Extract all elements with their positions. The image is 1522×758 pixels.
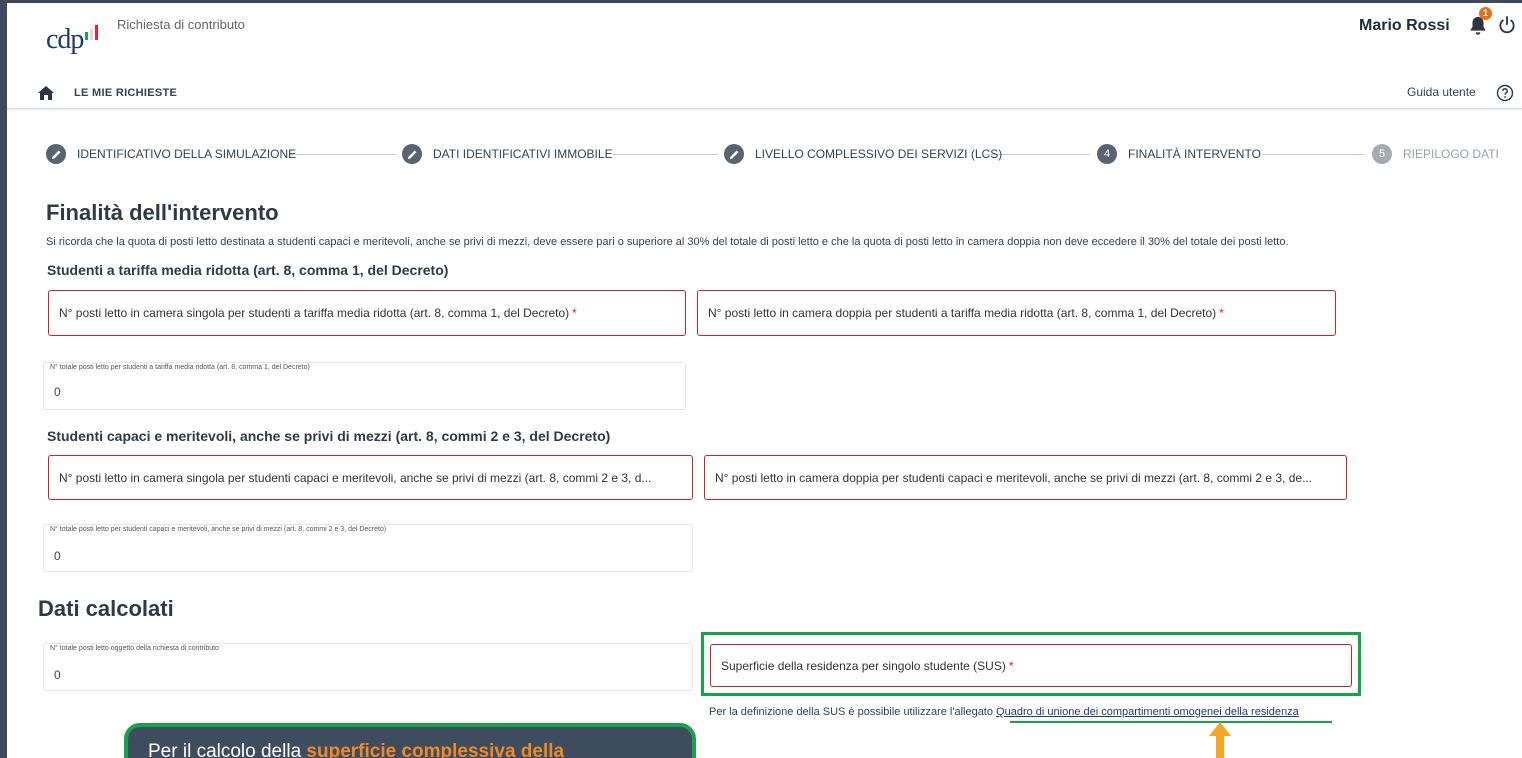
field-label: N° totale posti letto per studenti a tar… bbox=[48, 364, 312, 371]
total-reduced-fee-field: N° totale posti letto per studenti a tar… bbox=[43, 362, 686, 410]
nav-my-requests[interactable]: LE MIE RICHIESTE bbox=[74, 87, 177, 99]
tooltip-text-prefix: Per il calcolo della bbox=[148, 741, 307, 758]
step-label: LIVELLO COMPLESSIVO DEI SERVIZI (LCS) bbox=[755, 147, 1003, 161]
highlight-underline bbox=[1010, 721, 1332, 723]
required-mark: * bbox=[572, 306, 577, 320]
section-title-capaci-meritevoli: Studenti capaci e meritevoli, anche se p… bbox=[47, 428, 611, 444]
cdp-logo[interactable]: cdp bbox=[46, 24, 99, 54]
section-title-tariffa-ridotta: Studenti a tariffa media ridotta (art. 8… bbox=[47, 262, 449, 278]
sus-note: Per la definizione della SUS è possibile… bbox=[709, 706, 1299, 718]
total-deserving-field: N° totale posti letto per studenti capac… bbox=[43, 524, 693, 572]
arrow-up-icon bbox=[1209, 722, 1231, 758]
total-beds-field: N° totale posti letto oggetto della rich… bbox=[43, 643, 693, 691]
double-room-deserving-input[interactable]: N° posti letto in camera doppia per stud… bbox=[704, 455, 1347, 500]
step-finalita-intervento[interactable]: 4 FINALITÀ INTERVENTO bbox=[1097, 144, 1261, 164]
page-title: Finalità dell'intervento bbox=[46, 200, 279, 225]
field-value: 0 bbox=[54, 549, 61, 563]
sus-attachment-link[interactable]: Quadro di unione dei compartimenti omoge… bbox=[996, 706, 1299, 718]
field-placeholder: N° posti letto in camera doppia per stud… bbox=[708, 306, 1217, 320]
stepper-connector bbox=[613, 154, 718, 155]
logo-text: cdp bbox=[46, 24, 84, 55]
step-number: 4 bbox=[1097, 144, 1117, 164]
step-label: FINALITÀ INTERVENTO bbox=[1128, 147, 1261, 161]
guide-tooltip: Per il calcolo della superficie compless… bbox=[124, 723, 696, 758]
double-room-reduced-fee-input[interactable]: N° posti letto in camera doppia per stud… bbox=[697, 290, 1336, 336]
step-dati-immobile[interactable]: DATI IDENTIFICATIVI IMMOBILE bbox=[402, 144, 613, 164]
step-label: IDENTIFICATIVO DELLA SIMULAZIONE bbox=[77, 147, 297, 161]
italian-flag-icon bbox=[85, 24, 99, 40]
step-label: DATI IDENTIFICATIVI IMMOBILE bbox=[433, 147, 613, 161]
stepper-connector bbox=[1262, 154, 1365, 155]
help-icon[interactable] bbox=[1496, 84, 1514, 102]
tooltip-text: Per il calcolo della superficie compless… bbox=[148, 741, 564, 758]
notification-badge: 1 bbox=[1479, 7, 1492, 20]
computed-data-title: Dati calcolati bbox=[38, 596, 174, 621]
field-label: N° totale posti letto oggetto della rich… bbox=[48, 645, 221, 652]
single-room-reduced-fee-input[interactable]: N° posti letto in camera singola per stu… bbox=[48, 290, 686, 336]
sus-input[interactable]: Superficie della residenza per singolo s… bbox=[710, 644, 1352, 687]
edit-icon bbox=[402, 144, 422, 164]
field-placeholder: N° posti letto in camera doppia per stud… bbox=[715, 470, 1313, 485]
user-guide-link[interactable]: Guida utente bbox=[1407, 85, 1476, 99]
required-mark: * bbox=[1219, 306, 1224, 320]
left-frame bbox=[0, 0, 7, 758]
user-name[interactable]: Mario Rossi bbox=[1359, 17, 1450, 35]
field-value: 0 bbox=[54, 668, 61, 682]
field-placeholder: N° posti letto in camera singola per stu… bbox=[59, 470, 652, 485]
step-label: RIEPILOGO DATI bbox=[1403, 147, 1499, 161]
intro-text: Si ricorda che la quota di posti letto d… bbox=[46, 236, 1289, 248]
edit-icon bbox=[46, 144, 66, 164]
step-identificativo-simulazione[interactable]: IDENTIFICATIVO DELLA SIMULAZIONE bbox=[46, 144, 296, 164]
field-value: 0 bbox=[54, 385, 61, 399]
tooltip-highlight: superficie complessiva della bbox=[306, 741, 565, 758]
home-icon[interactable] bbox=[38, 86, 54, 100]
step-riepilogo-dati: 5 RIEPILOGO DATI bbox=[1372, 144, 1499, 164]
edit-icon bbox=[724, 144, 744, 164]
single-room-deserving-input[interactable]: N° posti letto in camera singola per stu… bbox=[48, 455, 693, 500]
header-divider bbox=[7, 108, 1522, 111]
app-title: Richiesta di contributo bbox=[117, 17, 245, 32]
field-label: N° totale posti letto per studenti capac… bbox=[48, 526, 389, 533]
step-number: 5 bbox=[1372, 144, 1392, 164]
field-placeholder: Superficie della residenza per singolo s… bbox=[721, 658, 1006, 673]
power-icon[interactable] bbox=[1497, 15, 1517, 35]
field-placeholder: N° posti letto in camera singola per stu… bbox=[59, 306, 570, 320]
sus-note-text: Per la definizione della SUS è possibile… bbox=[709, 706, 997, 718]
step-lcs[interactable]: LIVELLO COMPLESSIVO DEI SERVIZI (LCS) bbox=[724, 144, 1002, 164]
required-mark: * bbox=[1008, 658, 1014, 673]
stepper-connector bbox=[290, 154, 395, 155]
top-frame bbox=[0, 0, 1522, 3]
